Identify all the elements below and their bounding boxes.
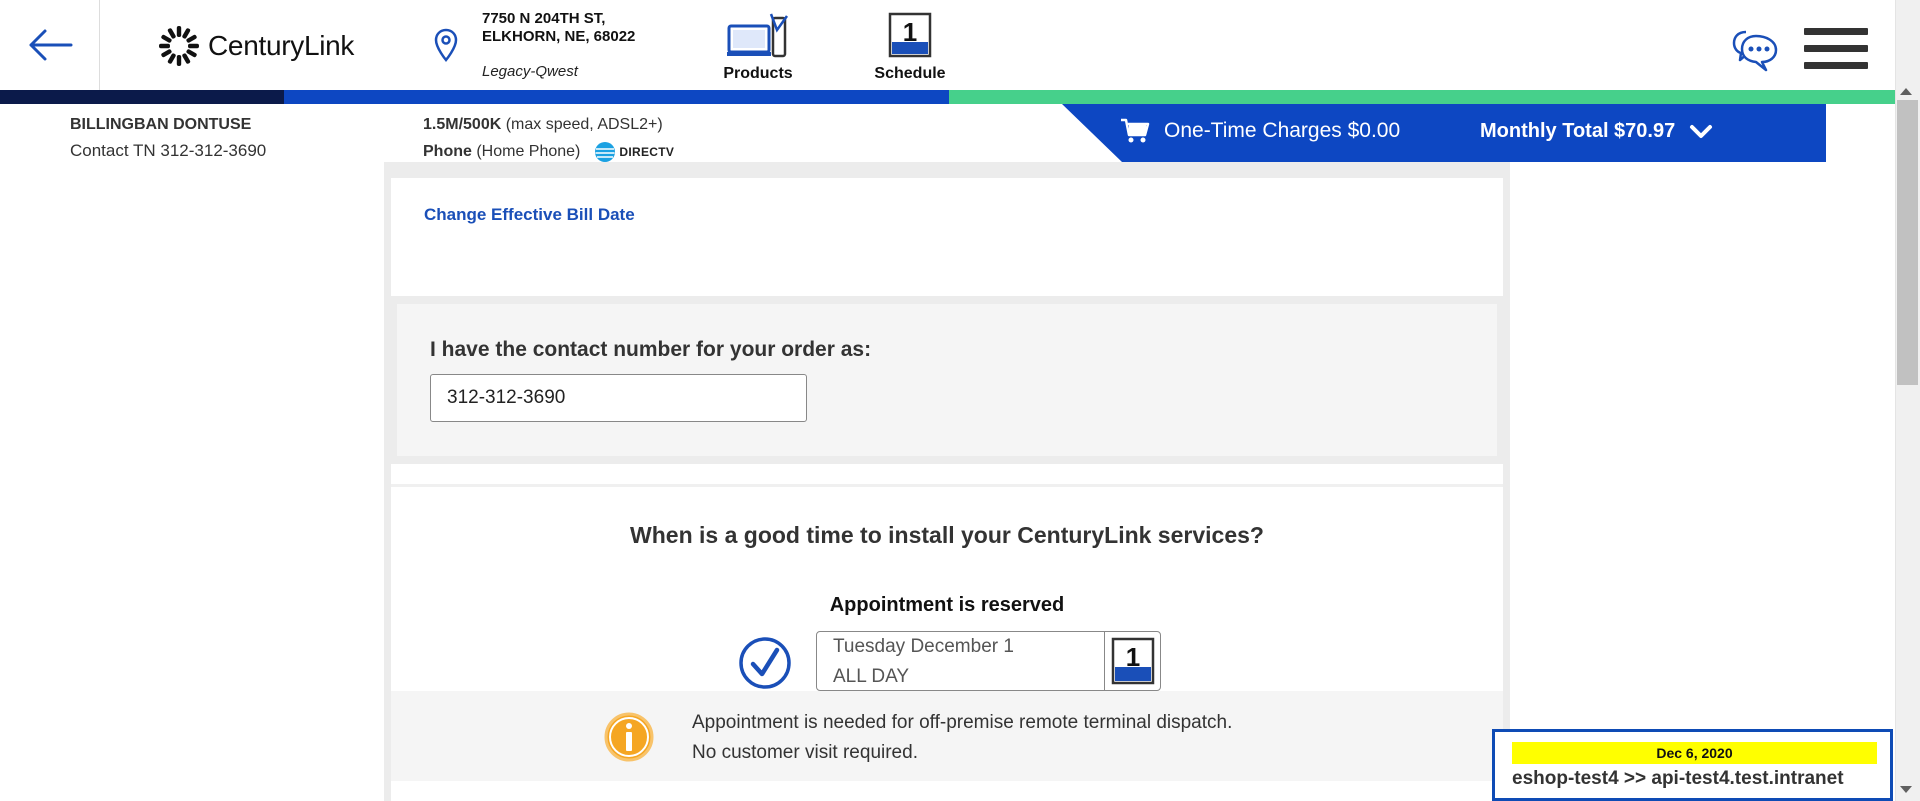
legacy-label: Legacy-Qwest — [482, 63, 578, 80]
chevron-down-icon — [1690, 124, 1713, 138]
environment-date: Dec 6, 2020 — [1512, 742, 1877, 764]
notice-line2: No customer visit required. — [692, 742, 918, 763]
nav-schedule[interactable]: 1 Schedule — [868, 12, 952, 83]
appointment-date: Tuesday December 1 — [833, 636, 1014, 657]
monthly-total[interactable]: Monthly Total $70.97 — [1480, 120, 1713, 143]
one-time-charges-label: One-Time Charges $0.00 — [1164, 119, 1401, 142]
appointment-time: ALL DAY — [833, 666, 910, 687]
speed-value: 1.5M/500K — [423, 116, 502, 133]
one-time-charges[interactable]: One-Time Charges $0.00 — [1120, 118, 1400, 144]
menu-bar — [1804, 62, 1868, 69]
calendar-icon: 1 — [888, 12, 932, 58]
calendar-day-number: 1 — [903, 17, 917, 47]
appointment-field[interactable]: Tuesday December 1 ALL DAY 1 — [816, 631, 1161, 691]
calendar-icon: 1 — [1111, 637, 1154, 685]
products-icon — [727, 13, 789, 58]
environment-badge: Dec 6, 2020 eshop-test4 >> api-test4.tes… — [1492, 729, 1893, 801]
contact-number-input[interactable] — [430, 374, 807, 422]
menu-bar — [1804, 28, 1868, 35]
app-header: CenturyLink 7750 N 204TH ST, ELKHORN, NE… — [0, 0, 1895, 90]
chat-button[interactable] — [1732, 26, 1778, 79]
customer-name: BILLINGBAN DONTUSE — [70, 116, 252, 133]
progress-segment-1 — [0, 90, 284, 104]
check-circle-icon — [738, 636, 792, 695]
progress-bar — [0, 90, 1895, 104]
customer-contact-tn: Contact TN 312-312-3690 — [70, 141, 267, 160]
nav-products-label: Products — [723, 65, 793, 82]
address-line1: 7750 N 204TH ST, — [482, 10, 606, 27]
appointment-notice: Appointment is needed for off-premise re… — [692, 708, 1232, 768]
arrow-left-icon — [29, 29, 72, 61]
chat-bubbles-icon — [1732, 30, 1778, 72]
back-button[interactable] — [0, 0, 100, 90]
divider — [391, 484, 1503, 487]
hamburger-menu-icon[interactable] — [1804, 28, 1868, 79]
service-address: 7750 N 204TH ST, ELKHORN, NE, 68022 — [482, 10, 635, 46]
appointment-status: Appointment is reserved — [829, 594, 1065, 616]
bill-date-card — [391, 178, 1503, 296]
nav-products[interactable]: Products — [718, 12, 798, 83]
service-speed: 1.5M/500K (max speed, ADSL2+) — [423, 116, 663, 134]
service-phone: Phone (Home Phone) DIRECTV — [423, 141, 674, 163]
phone-detail: (Home Phone) — [471, 143, 581, 160]
contact-number-label: I have the contact number for your order… — [430, 338, 872, 361]
install-question: When is a good time to install your Cent… — [630, 522, 1264, 548]
monthly-total-label: Monthly Total $70.97 — [1480, 120, 1676, 142]
location-pin-icon — [434, 28, 458, 67]
address-line2: ELKHORN, NE, 68022 — [482, 28, 636, 45]
cart-icon — [1121, 118, 1150, 143]
centurylink-logo[interactable]: CenturyLink — [158, 24, 354, 68]
appointment-calendar-button[interactable]: 1 — [1104, 632, 1160, 690]
scrollbar-thumb[interactable] — [1897, 100, 1918, 385]
centurylink-burst-icon — [159, 26, 199, 66]
progress-segment-3 — [949, 90, 1895, 104]
speed-detail: (max speed, ADSL2+) — [501, 116, 663, 133]
menu-bar — [1804, 45, 1868, 52]
environment-label: eshop-test4 >> api-test4.test.intranet — [1512, 768, 1844, 789]
scroll-down-arrow-icon[interactable] — [1900, 786, 1912, 793]
logo-wordmark: CenturyLink — [208, 30, 355, 61]
notice-line1: Appointment is needed for off-premise re… — [692, 712, 1233, 733]
nav-schedule-label: Schedule — [874, 65, 946, 82]
calendar-day-number: 1 — [1125, 642, 1139, 672]
phone-label: Phone — [423, 143, 472, 160]
info-warning-icon — [603, 711, 655, 768]
change-bill-date-link[interactable]: Change Effective Bill Date — [424, 205, 635, 225]
progress-segment-2 — [284, 90, 949, 104]
directv-logo: DIRECTV — [594, 141, 674, 163]
directv-wordmark: DIRECTV — [619, 145, 675, 159]
scroll-up-arrow-icon[interactable] — [1900, 88, 1912, 95]
att-globe-icon — [595, 142, 616, 162]
